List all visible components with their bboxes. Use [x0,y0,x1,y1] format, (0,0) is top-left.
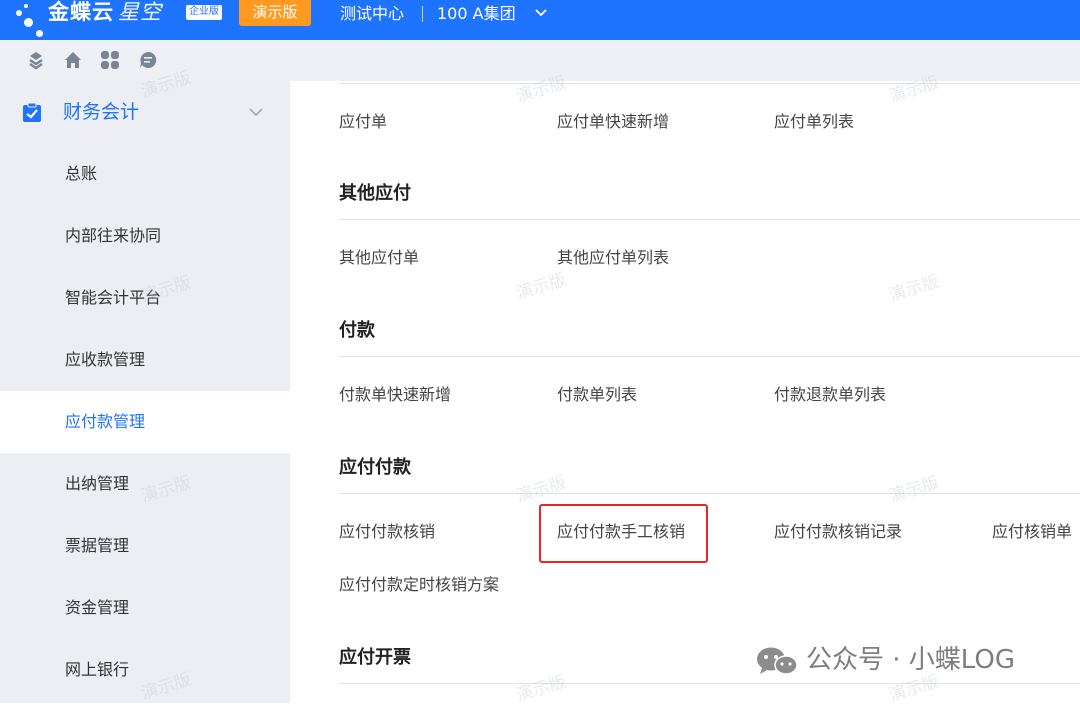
sidebar-item-internal-collab[interactable]: 内部往来协同 [0,205,290,267]
link-payable-writeoff[interactable]: 应付付款核销 [339,520,435,544]
sidebar-item-label: 总账 [65,164,98,183]
section-divider [339,493,1080,494]
top-bar: 金蝶云 星空 企业版 演示版 测试中心 100 A集团 [0,0,1080,40]
sidebar-item-funds[interactable]: 资金管理 [0,577,290,639]
refresh-icon[interactable] [26,50,46,70]
brand-sub: 星空 [118,0,162,24]
brand-name: 金蝶云 [48,0,114,24]
sidebar-item-label: 出纳管理 [65,474,130,493]
logo-icon [14,0,44,40]
demo-badge: 演示版 [239,0,311,26]
sidebar-item-label: 智能会计平台 [65,288,162,307]
section-title-payment: 付款 [339,320,375,341]
sidebar-group-label: 财务会计 [63,101,140,123]
section-divider [339,356,1080,357]
link-payment-quick-add[interactable]: 付款单快速新增 [339,383,451,407]
checkbox-doc-icon [23,103,41,122]
sidebar-item-cashier[interactable]: 出纳管理 [0,453,290,515]
sidebar-item-online-bank[interactable]: 网上银行 [0,639,290,701]
chat-icon[interactable] [138,50,158,70]
link-scheduled-writeoff-plan[interactable]: 应付付款定时核销方案 [339,573,499,597]
sidebar-item-label: 应收款管理 [65,350,146,369]
section-title-other-payables: 其他应付 [339,183,411,204]
sidebar: 财务会计 总账 内部往来协同 智能会计平台 应收款管理 应付款管理 出纳管理 票… [0,81,290,703]
link-other-payable-bill[interactable]: 其他应付单 [339,246,419,270]
section-divider [339,683,1080,684]
org-center-label[interactable]: 测试中心 [340,3,404,25]
edition-badge: 企业版 [186,5,222,20]
section-divider [339,219,1080,220]
wechat-icon [757,647,798,675]
sidebar-item-general-ledger[interactable]: 总账 [0,143,290,205]
sidebar-item-label: 应付款管理 [65,412,146,431]
toolbar [0,40,1080,81]
main-content: 应付单 应付单快速新增 应付单列表 其他应付 其他应付单 其他应付单列表 付款 … [290,81,1080,703]
link-payable-writeoff-bill[interactable]: 应付核销单 [992,520,1072,544]
section-title-payable-payment: 应付付款 [339,457,411,478]
sidebar-item-bills[interactable]: 票据管理 [0,515,290,577]
home-icon[interactable] [63,50,83,70]
link-payment-refund-list[interactable]: 付款退款单列表 [774,383,886,407]
sidebar-item-smart-accounting[interactable]: 智能会计平台 [0,267,290,329]
sidebar-item-receivables[interactable]: 应收款管理 [0,329,290,391]
sidebar-item-label: 网上银行 [65,660,130,679]
sidebar-item-payables[interactable]: 应付款管理 [0,391,290,453]
highlight-box [539,504,708,563]
org-group-label[interactable]: 100 A集团 [437,3,516,25]
sidebar-group-finance[interactable]: 财务会计 [0,81,290,143]
chevron-down-icon[interactable] [533,5,549,21]
link-payable-bill[interactable]: 应付单 [339,110,387,134]
section-title-payable-invoicing: 应付开票 [339,647,411,668]
chevron-up-icon[interactable] [248,106,264,118]
org-divider [422,6,423,22]
wechat-account-name: 公众号 · 小蝶LOG [806,645,1015,675]
sidebar-item-label: 资金管理 [65,598,130,617]
section-divider [339,83,1080,84]
sidebar-item-label: 内部往来协同 [65,226,162,245]
link-other-payable-list[interactable]: 其他应付单列表 [557,246,669,270]
apps-icon[interactable] [100,50,120,70]
link-payable-writeoff-records[interactable]: 应付付款核销记录 [774,520,902,544]
link-payable-quick-add[interactable]: 应付单快速新增 [557,110,669,134]
link-payable-list[interactable]: 应付单列表 [774,110,854,134]
link-payment-list[interactable]: 付款单列表 [557,383,637,407]
sidebar-item-label: 票据管理 [65,536,130,555]
brand-logo: 金蝶云 星空 [48,0,162,28]
